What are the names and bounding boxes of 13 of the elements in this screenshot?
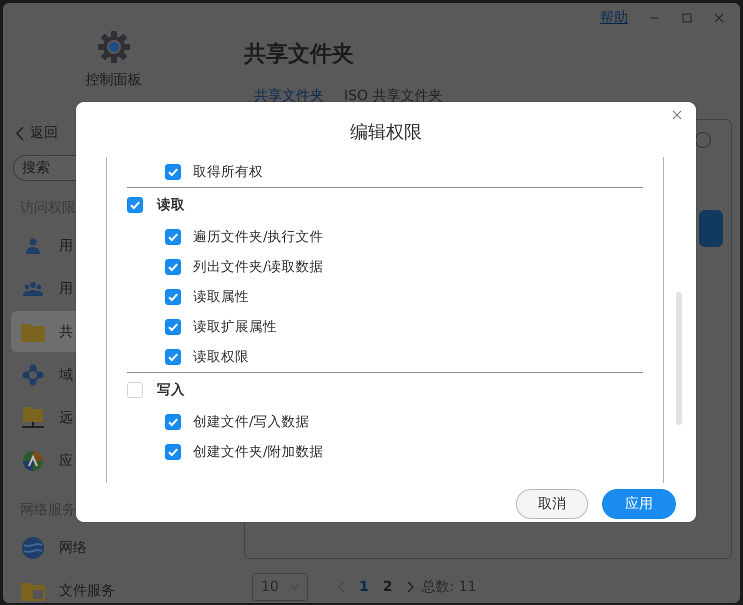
permission-label: 取得所有权: [193, 163, 263, 181]
permission-label: 读取扩展属性: [193, 318, 277, 336]
permission-label: 写入: [157, 381, 185, 399]
permission-label: 读取: [157, 196, 185, 214]
page-title: 共享文件夹: [244, 41, 355, 69]
dialog-title: 编辑权限: [350, 121, 422, 144]
permission-label: 遍历文件夹/执行文件: [193, 228, 324, 246]
permission-label: 创建文件夹/附加数据: [193, 443, 324, 461]
permission-label: 列出文件夹/读取数据: [193, 258, 324, 276]
permission-label: 创建文件/写入数据: [193, 413, 310, 431]
permission-label: 读取属性: [193, 288, 249, 306]
permission-label: 读取权限: [193, 348, 249, 366]
app-title: 控制面板: [86, 71, 142, 89]
